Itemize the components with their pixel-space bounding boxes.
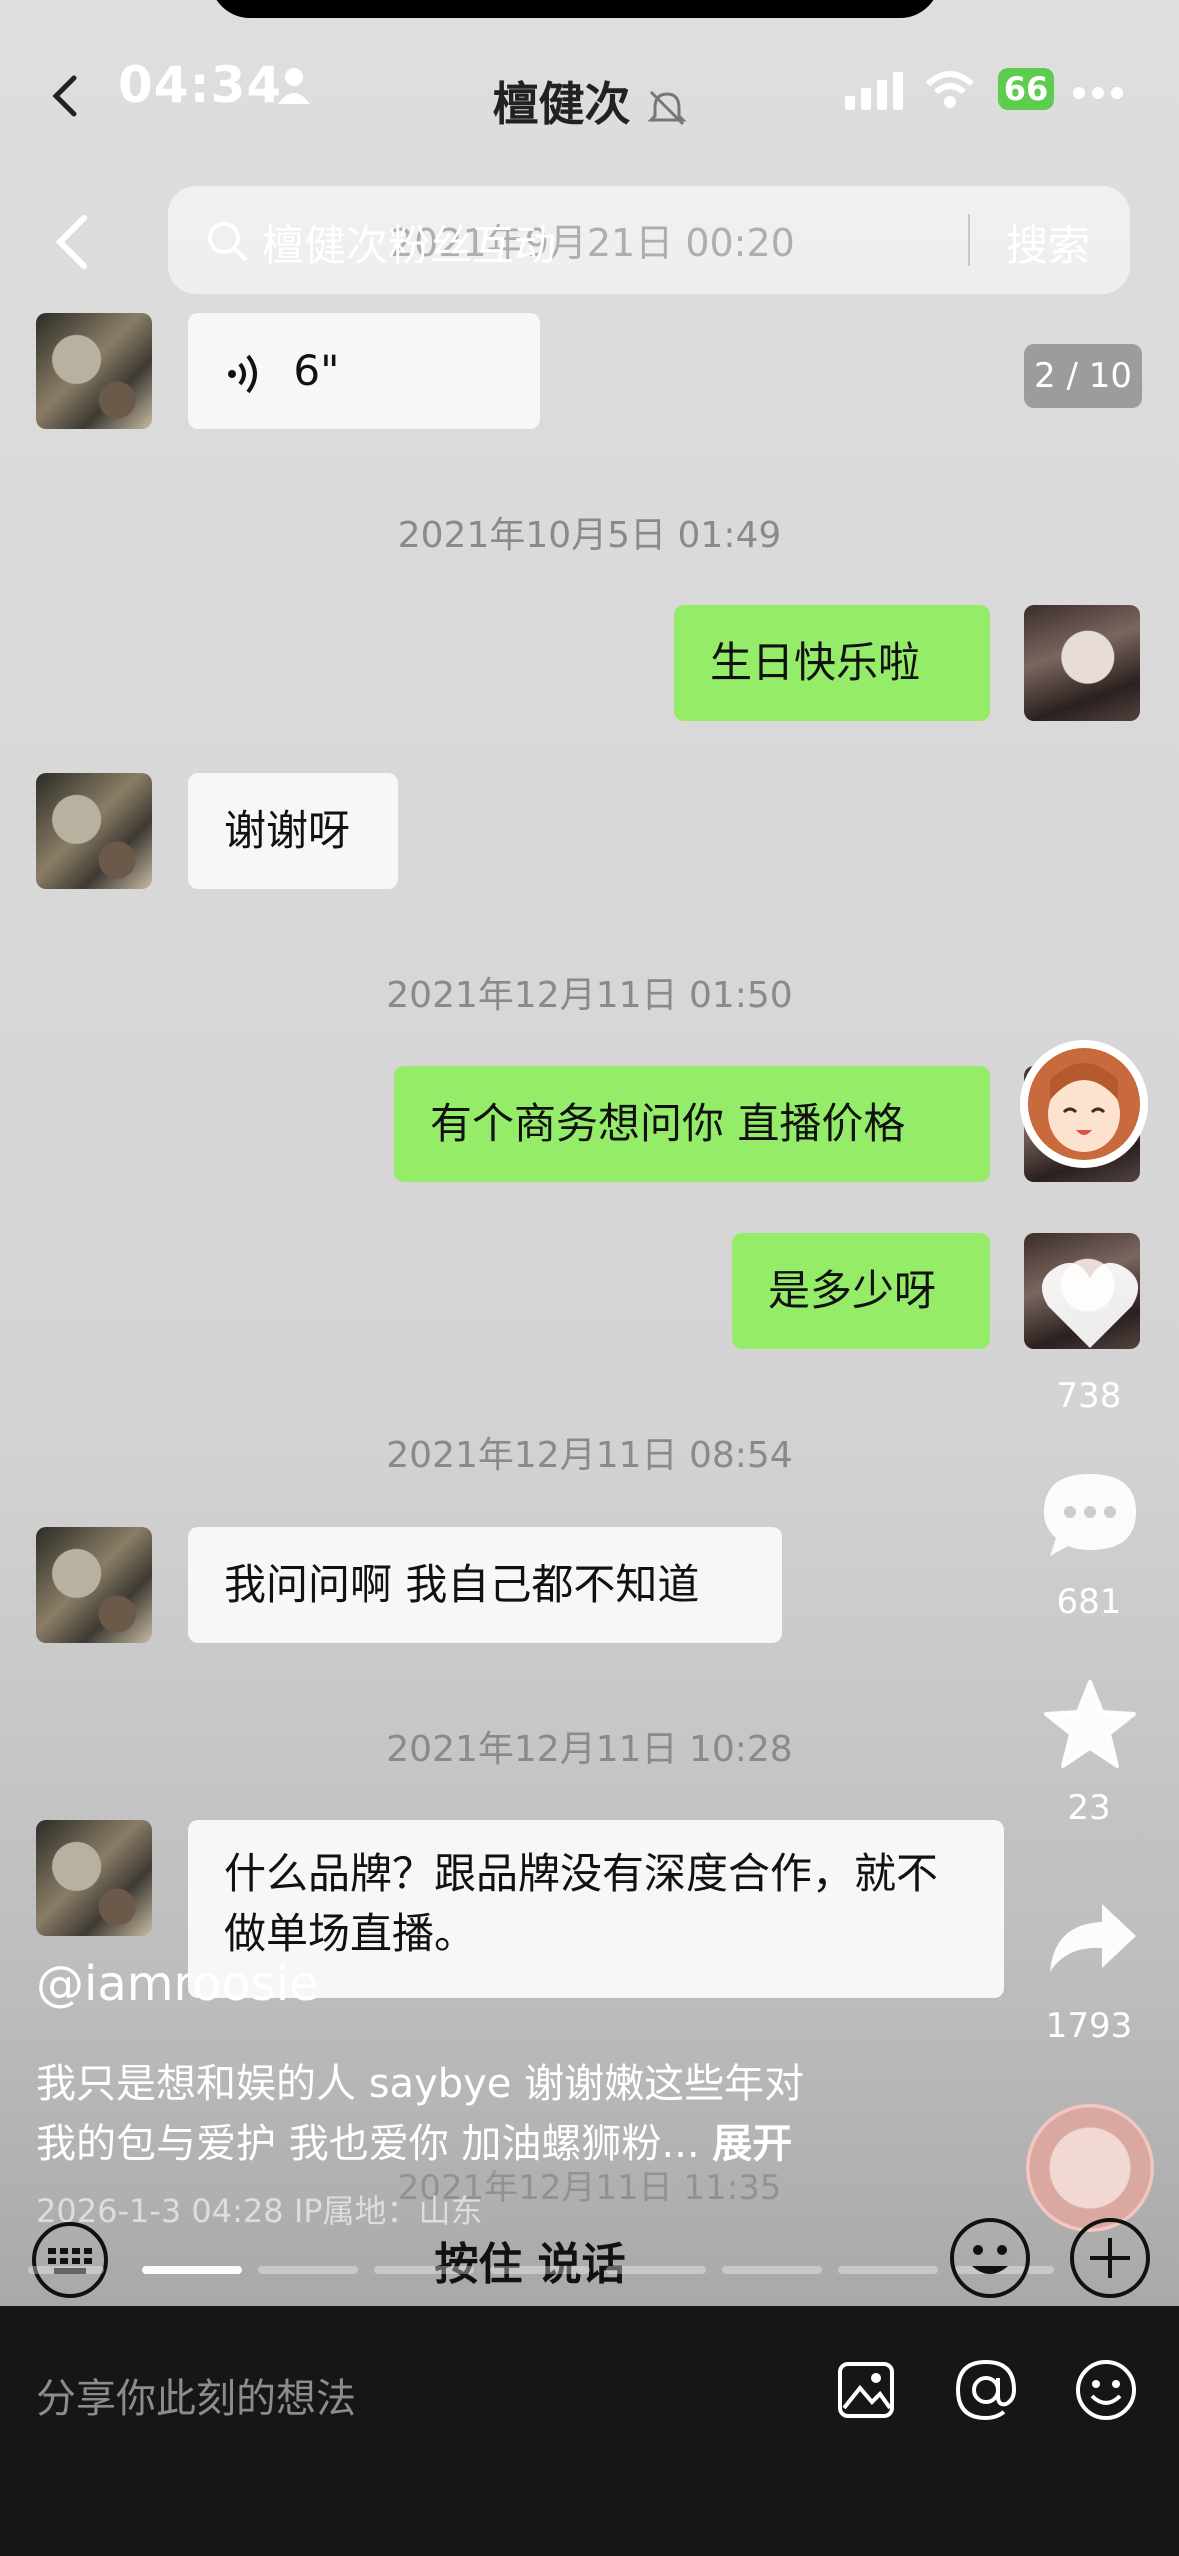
avatar[interactable] (36, 773, 152, 889)
music-disc[interactable] (1026, 2104, 1154, 2232)
page-indicator: 2 / 10 (1024, 344, 1142, 408)
avatar[interactable] (36, 1820, 152, 1936)
favorite-count: 23 (1067, 1788, 1111, 1828)
avatar[interactable] (36, 1527, 152, 1643)
avatar[interactable] (36, 313, 152, 429)
comment-bar (0, 2306, 1179, 2556)
at-icon[interactable] (954, 2358, 1018, 2422)
voice-duration: 6" (293, 346, 340, 395)
avatar[interactable] (1024, 605, 1140, 721)
comment-count: 681 (1056, 1582, 1122, 1622)
timestamp: 2021年12月11日 10:28 (386, 1729, 793, 1770)
creator-avatar[interactable] (1020, 1040, 1148, 1168)
timestamp: 2021年12月11日 01:50 (386, 975, 793, 1016)
search-icon (208, 222, 248, 262)
smile-icon[interactable] (1074, 2358, 1138, 2422)
voice-icon (228, 354, 257, 393)
voice-message[interactable]: 6" (188, 313, 540, 429)
dynamic-island (210, 0, 940, 18)
plus-icon[interactable] (1068, 2216, 1152, 2300)
search-button[interactable]: 搜索 (1006, 212, 1090, 273)
message-bubble[interactable]: 谢谢呀 (188, 773, 398, 889)
timestamp: 2021年10月5日 01:49 (397, 515, 782, 556)
username[interactable]: @iamroosie (36, 1956, 319, 2012)
heart-icon[interactable] (1040, 1256, 1140, 1352)
message-bubble[interactable]: 生日快乐啦 (674, 605, 990, 721)
message-bubble[interactable]: 是多少呀 (732, 1233, 990, 1349)
share-count: 1793 (1045, 2006, 1133, 2046)
mute-bell-icon (646, 90, 687, 125)
back-icon[interactable] (52, 214, 92, 270)
chat-title: 檀健次 (0, 68, 1179, 134)
comment-input[interactable]: 分享你此刻的想法 (36, 2366, 356, 2424)
comment-icon[interactable] (1040, 1470, 1140, 1560)
caption: 我只是想和娱的人 saybye 谢谢嫩这些年对 我的包与爱护 我也爱你 加油螺狮… (36, 2054, 956, 2174)
hold-to-talk-button[interactable]: 按住 说话 (0, 2228, 1060, 2292)
image-icon[interactable] (836, 2360, 896, 2420)
like-count: 738 (1056, 1376, 1122, 1416)
divider (968, 214, 970, 266)
caption-line: 我只是想和娱的人 saybye 谢谢嫩这些年对 (36, 2061, 805, 2107)
message-bubble[interactable]: 有个商务想问你 直播价格 (394, 1066, 990, 1182)
search-input[interactable]: 檀健次粉丝互动 (262, 212, 556, 273)
timestamp: 2021年12月11日 08:54 (386, 1435, 793, 1476)
message-bubble[interactable]: 我问问啊 我自己都不知道 (188, 1527, 782, 1643)
emoji-icon[interactable] (948, 2216, 1032, 2300)
star-icon[interactable] (1042, 1678, 1138, 1770)
share-icon[interactable] (1046, 1900, 1138, 1976)
